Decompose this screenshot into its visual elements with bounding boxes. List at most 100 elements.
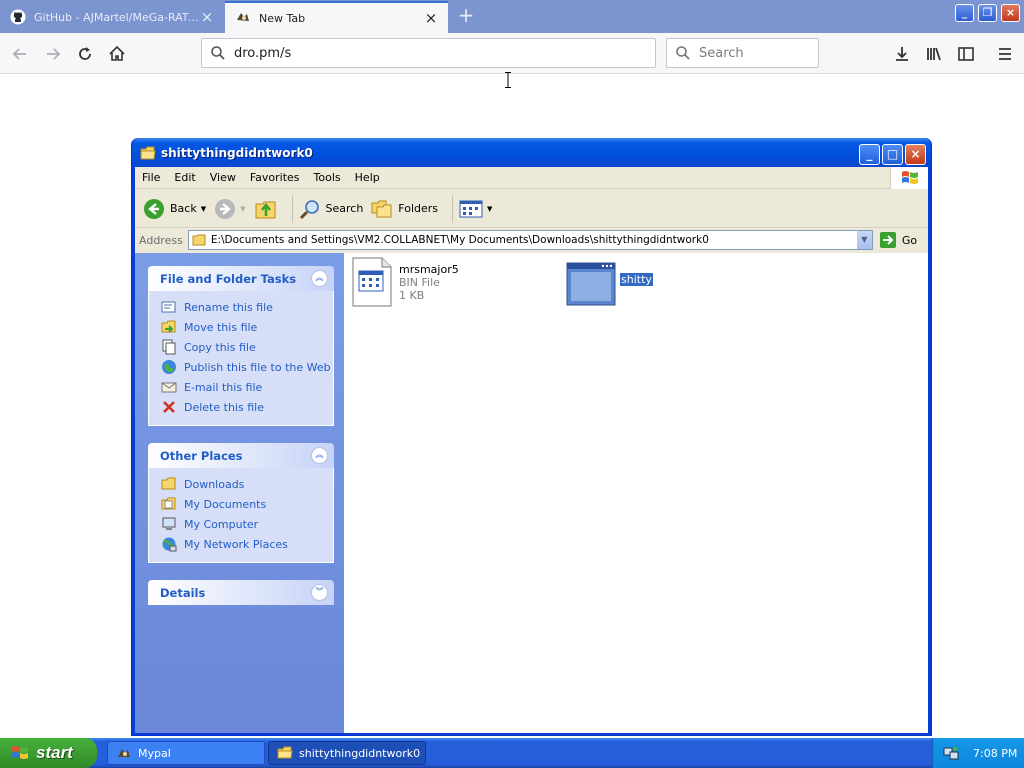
file-type: BIN File xyxy=(399,276,440,289)
sidebar-icon[interactable] xyxy=(953,41,979,67)
task-delete[interactable]: Delete this file xyxy=(161,397,333,417)
new-tab-button[interactable]: + xyxy=(455,5,477,27)
library-icon[interactable] xyxy=(921,41,947,67)
place-my-documents[interactable]: My Documents xyxy=(161,494,333,514)
task-label: Move this file xyxy=(184,320,258,334)
menu-edit[interactable]: Edit xyxy=(167,171,202,184)
file-item-shitty[interactable]: shitty xyxy=(566,262,653,306)
chevron-down-icon[interactable]: ▼ xyxy=(240,205,245,213)
network-tray-icon[interactable] xyxy=(943,745,959,761)
search-button[interactable]: Search xyxy=(299,198,364,220)
tab-title: GitHub - AJMartel/MeGa-RAT-Pac xyxy=(34,10,200,24)
application-window-icon xyxy=(566,262,616,306)
maximize-icon[interactable]: ❐ xyxy=(978,4,997,22)
menu-help[interactable]: Help xyxy=(348,171,387,184)
go-button[interactable]: Go xyxy=(879,231,917,249)
menu-view[interactable]: View xyxy=(203,171,243,184)
folder-icon xyxy=(277,746,293,759)
task-copy[interactable]: Copy this file xyxy=(161,337,333,357)
views-button[interactable]: ▼ xyxy=(459,199,492,219)
search-icon xyxy=(299,199,319,219)
menu-icon[interactable] xyxy=(992,41,1018,67)
chevron-up-icon[interactable]: ︽ xyxy=(311,447,328,464)
download-icon[interactable] xyxy=(889,41,915,67)
menu-file[interactable]: File xyxy=(135,171,167,184)
panel-title: Other Places xyxy=(160,448,243,463)
task-move[interactable]: Move this file xyxy=(161,317,333,337)
chevron-down-icon[interactable]: ︾ xyxy=(311,584,328,601)
browser-tab-bar: GitHub - AJMartel/MeGa-RAT-Pac × New Tab… xyxy=(0,0,1024,33)
menu-tools[interactable]: Tools xyxy=(307,171,348,184)
email-icon xyxy=(161,382,177,393)
home-icon[interactable] xyxy=(104,41,130,67)
file-item-mrsmajor5[interactable]: mrsmajor5 BIN File 1 KB xyxy=(352,257,459,307)
forward-arrow-icon[interactable] xyxy=(40,41,66,67)
chevron-down-icon[interactable]: ▼ xyxy=(201,205,206,213)
url-bar[interactable]: dro.pm/s xyxy=(201,38,656,68)
task-publish[interactable]: Publish this file to the Web xyxy=(161,357,333,377)
chevron-down-icon[interactable]: ▼ xyxy=(487,205,492,213)
maximize-icon[interactable]: □ xyxy=(882,144,903,165)
windows-logo-icon xyxy=(12,746,28,759)
copy-icon xyxy=(162,339,176,355)
close-icon[interactable]: × xyxy=(905,144,926,165)
panel-header[interactable]: File and Folder Tasks ︽ xyxy=(148,266,334,291)
address-path: E:\Documents and Settings\VM2.COLLABNET\… xyxy=(210,234,709,246)
back-label: Back xyxy=(170,202,197,215)
forward-button[interactable]: ▼ xyxy=(214,198,246,220)
chevron-up-icon[interactable]: ︽ xyxy=(311,270,328,287)
taskbar-button-mypal[interactable]: Mypal xyxy=(107,741,265,765)
panel-body: Rename this file Move this file Copy thi… xyxy=(148,291,334,426)
file-size: 1 KB xyxy=(399,289,425,302)
task-email[interactable]: E-mail this file xyxy=(161,377,333,397)
reload-icon[interactable] xyxy=(72,41,98,67)
place-label: My Network Places xyxy=(184,537,288,551)
tab-title: New Tab xyxy=(259,11,306,25)
task-rename[interactable]: Rename this file xyxy=(161,297,333,317)
publish-web-icon xyxy=(162,360,176,374)
place-network[interactable]: My Network Places xyxy=(161,534,333,554)
place-downloads[interactable]: Downloads xyxy=(161,474,333,494)
file-folder-tasks-panel: File and Folder Tasks ︽ Rename this file… xyxy=(148,266,334,426)
explorer-toolbar: Back ▼ ▼ Search Folders ▼ xyxy=(135,190,928,228)
taskbar-button-explorer[interactable]: shittythingdidntwork0 xyxy=(268,741,426,765)
task-label: E-mail this file xyxy=(184,380,263,394)
folder-icon xyxy=(192,234,206,246)
close-icon[interactable]: × xyxy=(1001,4,1020,22)
my-computer-icon xyxy=(162,517,176,530)
address-field[interactable]: E:\Documents and Settings\VM2.COLLABNET\… xyxy=(187,230,873,250)
search-icon xyxy=(211,46,225,60)
start-button[interactable]: start xyxy=(0,738,97,768)
place-label: Downloads xyxy=(184,477,245,491)
back-arrow-icon[interactable] xyxy=(7,41,33,67)
panel-header[interactable]: Other Places ︽ xyxy=(148,443,334,468)
task-label: Rename this file xyxy=(184,300,273,314)
explorer-title-bar[interactable]: shittythingdidntwork0 xyxy=(132,138,931,167)
back-button[interactable]: Back ▼ xyxy=(143,198,206,220)
search-label: Search xyxy=(325,202,364,215)
search-icon xyxy=(676,46,690,60)
place-my-computer[interactable]: My Computer xyxy=(161,514,333,534)
menu-favorites[interactable]: Favorites xyxy=(243,171,307,184)
network-places-icon xyxy=(162,537,177,552)
search-bar[interactable]: Search xyxy=(666,38,819,68)
up-folder-button[interactable] xyxy=(254,198,278,220)
start-label: start xyxy=(36,743,73,762)
url-text: dro.pm/s xyxy=(234,45,292,61)
close-tab-icon[interactable]: × xyxy=(424,11,438,26)
close-tab-icon[interactable]: × xyxy=(200,10,214,25)
minimize-icon[interactable]: _ xyxy=(955,4,974,22)
system-tray: 7:08 PM xyxy=(932,738,1024,768)
clock[interactable]: 7:08 PM xyxy=(973,747,1017,760)
explorer-window: shittythingdidntwork0 _ □ × File Edit Vi… xyxy=(131,138,932,736)
panel-title: Details xyxy=(160,585,206,600)
panel-header[interactable]: Details ︾ xyxy=(148,580,334,605)
github-icon xyxy=(10,9,26,25)
panel-body: Downloads My Documents My Computer My Ne… xyxy=(148,468,334,563)
taskbar: start Mypal shittythingdidntwork0 7:08 P… xyxy=(0,738,1024,768)
chevron-down-icon[interactable]: ▼ xyxy=(855,231,872,249)
tab-new-tab[interactable]: New Tab × xyxy=(225,1,448,33)
folders-button[interactable]: Folders xyxy=(371,199,438,219)
tab-github[interactable]: GitHub - AJMartel/MeGa-RAT-Pac × xyxy=(0,1,224,33)
minimize-icon[interactable]: _ xyxy=(859,144,880,165)
